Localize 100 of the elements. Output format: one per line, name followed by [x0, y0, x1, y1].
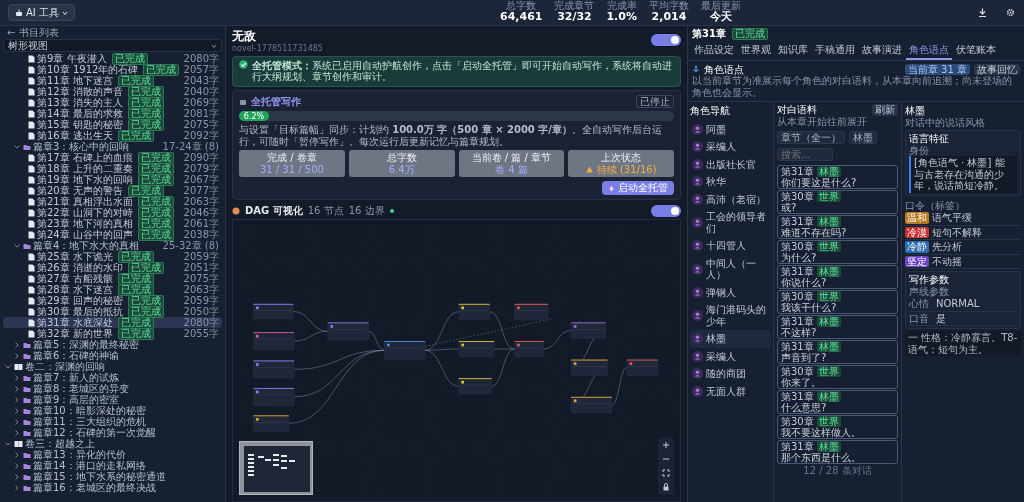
character-item[interactable]: 采编人: [690, 138, 771, 156]
character-item[interactable]: 十四管人: [690, 237, 771, 255]
volume-item[interactable]: 卷二：深渊的回响: [3, 361, 222, 372]
dag-node[interactable]: [384, 340, 426, 360]
arc-item[interactable]: 篇章5：深渊的最终秘密: [3, 339, 222, 350]
arc-item[interactable]: 篇章4：地下水大的真相 25-32章 (8): [3, 240, 222, 251]
tab[interactable]: 知识库: [775, 42, 811, 60]
speaker-tag: 林墨: [816, 216, 841, 227]
tab[interactable]: 故事演进: [859, 42, 905, 60]
tone-tag: 冷漠: [905, 226, 929, 238]
download-button[interactable]: [976, 6, 988, 19]
section-description: 以当前章节为准展示每个角色的对白语料，从本章向前追溯；尚未登场的角色也会显示。: [692, 75, 1013, 98]
chapter-range: 17-24章 (8): [162, 141, 219, 152]
arc-item[interactable]: 篇章15：地下水系的秘密通道: [3, 471, 222, 482]
chapter-item[interactable]: 第32章 新的世界 已完成 2055字: [3, 328, 222, 339]
chapter-item[interactable]: 第10章 1912年的石碑 已完成 2057字: [3, 64, 222, 75]
character-item[interactable]: 秋华: [690, 173, 771, 191]
refresh-button[interactable]: 刷新: [872, 104, 898, 116]
arc-item[interactable]: 篇章7：新人的试炼: [3, 372, 222, 383]
arc-item[interactable]: 篇章6：石碑的神谕: [3, 350, 222, 361]
avatar-icon: [692, 286, 703, 298]
arc-item[interactable]: 篇章13：异化的代价: [3, 449, 222, 460]
chapter-item[interactable]: 第11章 地下迷宫 已完成 2043字: [3, 75, 222, 86]
story-recall-button[interactable]: 故事回忆: [974, 63, 1020, 75]
chapter-item[interactable]: 第20章 无声的警告 已完成 2077字: [3, 185, 222, 196]
word-count: 2077字: [182, 185, 219, 196]
toggle-switch[interactable]: [651, 34, 681, 46]
tab[interactable]: 手稿通用: [812, 42, 858, 60]
character-item[interactable]: 无面人群: [690, 382, 771, 400]
dag-node[interactable]: [253, 360, 295, 379]
chapter-item[interactable]: 第25章 水下诡光 已完成 2059字: [3, 251, 222, 262]
search-field[interactable]: 搜索...: [777, 148, 833, 161]
chapter-title: 第9章 午夜潜入: [37, 53, 107, 64]
caret-icon: [61, 9, 68, 16]
arc-item[interactable]: 篇章12：石碑的第一次觉醒: [3, 427, 222, 438]
chapter-title: 第14章 最后的求救: [37, 108, 123, 119]
dag-node[interactable]: [327, 322, 369, 341]
dag-node[interactable]: [458, 303, 490, 320]
dag-node[interactable]: [570, 359, 608, 376]
tab[interactable]: 世界观: [738, 42, 774, 60]
dag-node[interactable]: [458, 378, 492, 395]
ai-tool-button[interactable]: AI 工具: [8, 3, 75, 22]
fit-view-button[interactable]: [660, 467, 672, 479]
word-count: 2057字: [182, 64, 219, 75]
chapter-item[interactable]: 第24章 山谷中的回声 已完成 2038字: [3, 229, 222, 240]
dag-node[interactable]: [570, 396, 612, 413]
tab[interactable]: 角色语点: [906, 42, 952, 60]
dag-node[interactable]: [253, 332, 295, 351]
dag-node[interactable]: [253, 415, 289, 432]
dag-node[interactable]: [253, 303, 294, 320]
dag-node[interactable]: [626, 359, 659, 376]
volume-item[interactable]: 卷三：超越之上: [3, 438, 222, 449]
chapter-item[interactable]: 第31章 水底深处 已完成 2080字: [3, 317, 222, 328]
tab[interactable]: 作品设定: [691, 42, 737, 60]
chapter-select[interactable]: 章节（全一）: [777, 131, 845, 144]
tone-description: 语气平缓: [932, 212, 972, 224]
chapter-item[interactable]: 第9章 午夜潜入 已完成 2080字: [3, 53, 222, 64]
autopilot-title: 全托管写作: [251, 96, 301, 108]
zoom-in-button[interactable]: [660, 439, 672, 451]
arc-item[interactable]: 篇章9：高层的密室: [3, 394, 222, 405]
arc-item[interactable]: 篇章14：港口的走私网络: [3, 460, 222, 471]
dialogue-text: 声音到了?: [781, 352, 828, 363]
character-item[interactable]: 工会的领导者们: [690, 208, 771, 237]
character-item[interactable]: 海门港码头的少年: [690, 301, 771, 330]
toggle-switch[interactable]: [651, 205, 681, 217]
character-item[interactable]: 出版社长官: [690, 155, 771, 173]
status-tag: 已完成: [731, 28, 768, 40]
character-item[interactable]: 阿墨: [690, 120, 771, 138]
character-item[interactable]: 随的商团: [690, 365, 771, 383]
chapter-item[interactable]: 第28章 水下迷宫 已完成 2063字: [3, 284, 222, 295]
chapter-ref: 第31章: [781, 266, 814, 277]
dag-node[interactable]: [458, 340, 495, 358]
view-select[interactable]: 树形视图: [3, 39, 222, 52]
arc-item[interactable]: 篇章11：三大组织的危机: [3, 416, 222, 427]
character-item[interactable]: 林墨: [690, 330, 771, 348]
chapter-item[interactable]: 第26章 消逝的水印 已完成 2051字: [3, 262, 222, 273]
back-link[interactable]: ← 书目列表: [3, 27, 222, 38]
chapter-item[interactable]: 第16章 逃出生天 已完成 2092字: [3, 130, 222, 141]
dag-node[interactable]: [514, 340, 544, 358]
arc-item[interactable]: 篇章16：老城区的最终决战: [3, 482, 222, 493]
speaker-select[interactable]: 林墨: [849, 131, 877, 144]
character-item[interactable]: 采编人: [690, 347, 771, 365]
dag-node[interactable]: [570, 322, 606, 339]
current-chapter-button[interactable]: 当前章 31 章: [904, 63, 970, 75]
chapter-item[interactable]: 第19章 地下水的回响 已完成 2067字: [3, 174, 222, 185]
arc-item[interactable]: 篇章8：老城区的异变: [3, 383, 222, 394]
settings-button[interactable]: [1004, 6, 1016, 19]
character-item[interactable]: 高沛（老宿）: [690, 190, 771, 208]
tab[interactable]: 伏笔账本: [953, 42, 999, 60]
arc-item[interactable]: 篇章10：暗影深处的秘密: [3, 405, 222, 416]
chapter-ref: 第31章: [781, 441, 814, 452]
chapter-item[interactable]: 第15章 钥匙的秘密 已完成 2075字: [3, 119, 222, 130]
dag-node[interactable]: [514, 303, 549, 320]
dag-node[interactable]: [253, 387, 295, 406]
chapter-title: 第29章 回声的秘密: [37, 295, 123, 306]
word-count: 2038字: [182, 229, 219, 240]
character-item[interactable]: 中间人（一人）: [690, 254, 771, 284]
character-item[interactable]: 弹钢人: [690, 283, 771, 301]
arc-item[interactable]: 篇章3：核心中的回响 17-24章 (8): [3, 141, 222, 152]
stat-label: 总字数: [505, 1, 538, 12]
